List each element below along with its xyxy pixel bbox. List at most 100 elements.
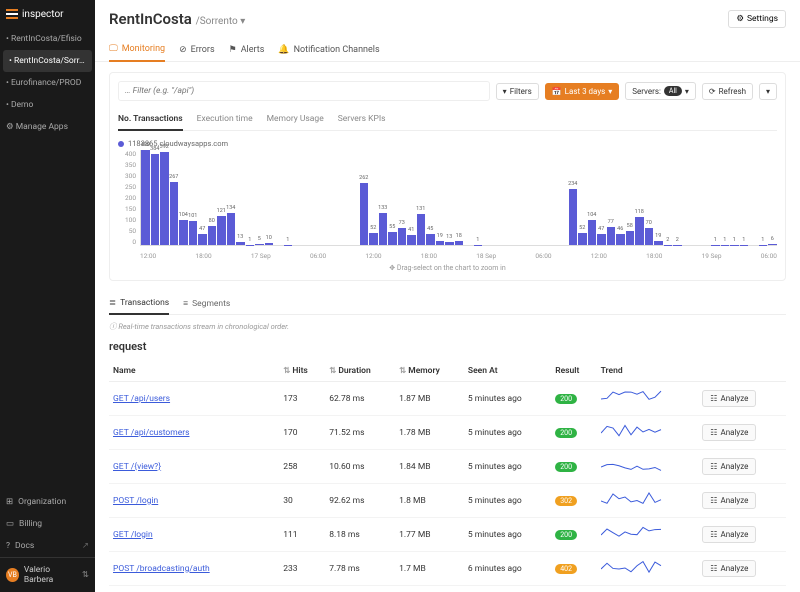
chart-bar[interactable]: 73 [398, 228, 407, 245]
trend-sparkline [601, 525, 665, 541]
sidebar-foot-item[interactable]: ? Docs↗ [0, 535, 95, 557]
cell-seen: 5 minutes ago [464, 518, 551, 552]
seg-icon: ≡ [183, 298, 188, 309]
chart-bar[interactable]: 46 [616, 234, 625, 245]
analyze-button[interactable]: ☷ Analyze [702, 458, 756, 475]
section-tab[interactable]: ≣ Transactions [109, 293, 169, 315]
tab-monitoring[interactable]: 🖵 Monitoring [109, 38, 165, 62]
cell-actions: ☷ Analyze [698, 416, 786, 450]
cell-actions: ☷ Analyze [698, 586, 786, 592]
col-hits[interactable]: ⇅Hits [279, 361, 325, 382]
chart-bar[interactable]: 262 [360, 183, 369, 245]
chart-bar[interactable]: 133 [379, 213, 388, 245]
chart-bar[interactable]: 10 [265, 243, 274, 245]
metric-tab[interactable]: Execution time [197, 109, 253, 130]
analyze-button[interactable]: ☷ Analyze [702, 560, 756, 577]
card-icon: ▭ [6, 519, 14, 529]
filter-input[interactable] [118, 81, 490, 101]
col-memory[interactable]: ⇅Memory [395, 361, 464, 382]
chart-bar[interactable]: 19 [654, 241, 663, 246]
chart-bar[interactable]: 41 [407, 235, 416, 245]
analyze-button[interactable]: ☷ Analyze [702, 390, 756, 407]
sidebar-item[interactable]: ⚙ Manage Apps [0, 116, 95, 138]
chart-bar[interactable]: 118 [635, 217, 644, 245]
chart-bar[interactable]: 77 [607, 227, 616, 245]
cell-memory: 1.8 MB [395, 484, 464, 518]
chart-bar[interactable]: 121 [217, 216, 226, 245]
user-menu[interactable]: VB Valerio Barbera ⇅ [0, 557, 95, 592]
cell-hits: 170 [279, 416, 325, 450]
filters-button[interactable]: ▾ Filters [496, 83, 539, 100]
chart-bar[interactable]: 104 [588, 220, 597, 245]
chart-bar[interactable]: 58 [626, 231, 635, 245]
transaction-link[interactable]: POST /broadcasting/auth [113, 564, 210, 574]
transaction-link[interactable]: GET /api/customers [113, 428, 190, 438]
chart-bar[interactable]: 384 [151, 154, 160, 245]
col-duration[interactable]: ⇅Duration [325, 361, 395, 382]
gear-icon: ⚙ [6, 122, 14, 132]
chart-bar[interactable]: 13 [445, 242, 454, 245]
chart-bar[interactable]: 80 [208, 226, 217, 245]
tab-alerts[interactable]: ⚑ Alerts [229, 38, 265, 61]
cell-hits: 233 [279, 552, 325, 586]
chart-bar[interactable]: 392 [160, 152, 169, 245]
analyze-button[interactable]: ☷ Analyze [702, 492, 756, 509]
analyze-button[interactable]: ☷ Analyze [702, 424, 756, 441]
chart-bar[interactable]: 55 [388, 232, 397, 245]
chart-bar[interactable]: 131 [417, 214, 426, 245]
chart-bar[interactable]: 400 [141, 150, 150, 245]
chart-bar[interactable]: 70 [645, 228, 654, 245]
chart-bar[interactable]: 5 [255, 244, 264, 245]
transactions-table: Name⇅Hits⇅Duration⇅MemorySeen AtResultTr… [109, 361, 786, 592]
chart-bar[interactable]: 267 [170, 182, 179, 245]
avatar: VB [6, 568, 19, 582]
chart-bar[interactable]: 104 [179, 220, 188, 245]
chart-bar[interactable]: 101 [189, 221, 198, 245]
tab-errors[interactable]: ⊘ Errors [179, 38, 215, 61]
chart-bar[interactable]: 47 [198, 234, 207, 245]
transaction-link[interactable]: GET /login [113, 530, 153, 540]
chart-bar[interactable]: 47 [597, 234, 606, 245]
daterange-button[interactable]: 📅 Last 3 days ▾ [545, 83, 620, 100]
trend-sparkline [601, 559, 665, 575]
analyze-button[interactable]: ☷ Analyze [702, 526, 756, 543]
trend-sparkline [601, 423, 665, 439]
chart-bar[interactable]: 45 [426, 234, 435, 245]
transaction-link[interactable]: POST /login [113, 496, 158, 506]
analyze-icon: ☷ [710, 564, 717, 573]
sidebar-item[interactable]: • RentInCosta/Efisio [0, 28, 95, 50]
chart-bar[interactable]: 52 [369, 233, 378, 245]
cell-hits: 111 [279, 518, 325, 552]
chart-bar[interactable]: 52 [578, 233, 587, 245]
chart-bar[interactable]: 134 [227, 213, 236, 245]
tab-notification-channels[interactable]: 🔔 Notification Channels [278, 38, 379, 61]
servers-filter[interactable]: Servers: All ▾ [625, 82, 696, 100]
chart-bar[interactable]: 13 [236, 242, 245, 245]
metric-tab[interactable]: No. Transactions [118, 109, 183, 131]
sidebar-item[interactable]: • RentInCosta/Sorr… [3, 50, 92, 72]
refresh-button[interactable]: ⟳ Refresh [702, 83, 753, 100]
analyze-icon: ☷ [710, 462, 717, 471]
sidebar-footer-list: ⊞ Organization▭ Billing? Docs↗ [0, 491, 95, 557]
settings-button[interactable]: ⚙ Settings [728, 10, 786, 28]
sidebar-foot-item[interactable]: ▭ Billing [0, 513, 95, 535]
chart-bar[interactable]: 18 [455, 241, 464, 245]
sidebar-foot-item[interactable]: ⊞ Organization [0, 491, 95, 513]
metric-tab[interactable]: Memory Usage [267, 109, 324, 130]
chart-bar[interactable]: 19 [436, 241, 445, 246]
metric-tab[interactable]: Servers KPIs [338, 109, 386, 130]
user-name: Valerio Barbera [24, 565, 77, 585]
chart-panel: ▾ Filters 📅 Last 3 days ▾ Servers: All ▾… [109, 72, 786, 281]
refresh-menu[interactable]: ▾ [759, 83, 777, 100]
chart-bar[interactable]: 234 [569, 189, 578, 245]
section-tab[interactable]: ≡ Segments [183, 293, 230, 314]
title-sub[interactable]: /Sorrento ▾ [196, 16, 246, 27]
transactions-chart[interactable]: 400350300250200150100500 400384392267104… [118, 150, 777, 260]
sidebar-item[interactable]: • Eurofinance/PROD [0, 72, 95, 94]
transaction-link[interactable]: GET /{view?} [113, 462, 161, 472]
external-icon: ↗ [82, 541, 89, 551]
sidebar-item[interactable]: • Demo [0, 94, 95, 116]
cell-result: 302 [551, 484, 596, 518]
chart-bar[interactable]: 6 [768, 244, 777, 245]
transaction-link[interactable]: GET /api/users [113, 394, 170, 404]
